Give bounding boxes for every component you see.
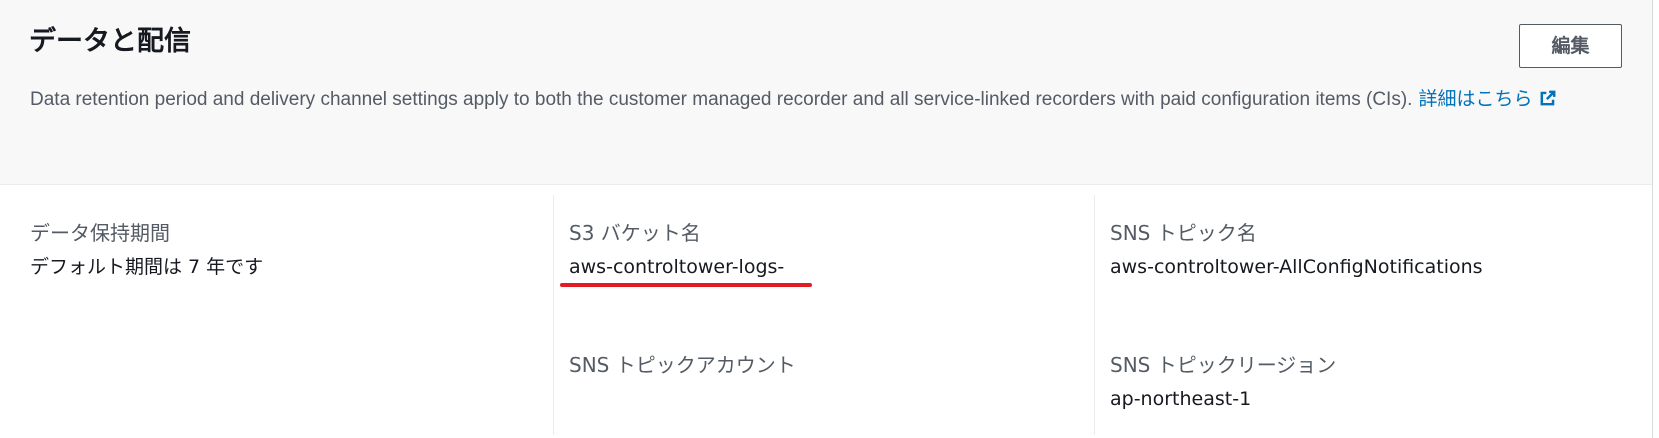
field-sns-region: SNS トピックリージョン ap-northeast-1: [1110, 350, 1336, 414]
sns-region-label: SNS トピックリージョン: [1110, 353, 1337, 377]
data-delivery-panel: データと配信 編集 Data retention period and deli…: [0, 0, 1653, 438]
learn-more-link[interactable]: 詳細はこちら: [1419, 88, 1557, 110]
edit-button[interactable]: 編集: [1519, 24, 1622, 68]
panel-header: データと配信 編集 Data retention period and deli…: [0, 0, 1652, 185]
external-link-icon: [1540, 90, 1555, 106]
panel-title: データと配信: [29, 26, 191, 57]
panel-description: Data retention period and delivery chann…: [30, 84, 1590, 115]
sns-topic-value: aws-controltower-AllConfigNotifications: [1110, 256, 1483, 278]
field-s3-bucket: S3 バケット名 aws-controltower-logs-: [569, 218, 784, 282]
retention-value: デフォルト期間は 7 年です: [30, 256, 264, 278]
field-retention: データ保持期間 デフォルト期間は 7 年です: [30, 218, 263, 282]
column-retention: データ保持期間 デフォルト期間は 7 年です: [0, 195, 553, 435]
column-sns: SNS トピック名 aws-controltower-AllConfigNoti…: [1094, 195, 1653, 435]
s3-bucket-label: S3 バケット名: [569, 221, 701, 245]
sns-region-value: ap-northeast-1: [1110, 388, 1252, 410]
description-text: Data retention period and delivery chann…: [30, 89, 1413, 110]
retention-label: データ保持期間: [30, 221, 170, 245]
field-columns: データ保持期間 デフォルト期間は 7 年です S3 バケット名 aws-cont…: [0, 185, 1652, 438]
field-sns-topic: SNS トピック名 aws-controltower-AllConfigNoti…: [1110, 218, 1483, 282]
learn-more-label: 詳細はこちら: [1418, 88, 1533, 110]
s3-bucket-value: aws-controltower-logs-: [569, 256, 785, 278]
sns-account-label: SNS トピックアカウント: [569, 353, 796, 377]
field-sns-account: SNS トピックアカウント: [569, 350, 796, 384]
red-underline-annotation: [560, 283, 812, 287]
column-s3: S3 バケット名 aws-controltower-logs- SNS トピック…: [553, 195, 1095, 435]
sns-topic-label: SNS トピック名: [1110, 221, 1257, 245]
